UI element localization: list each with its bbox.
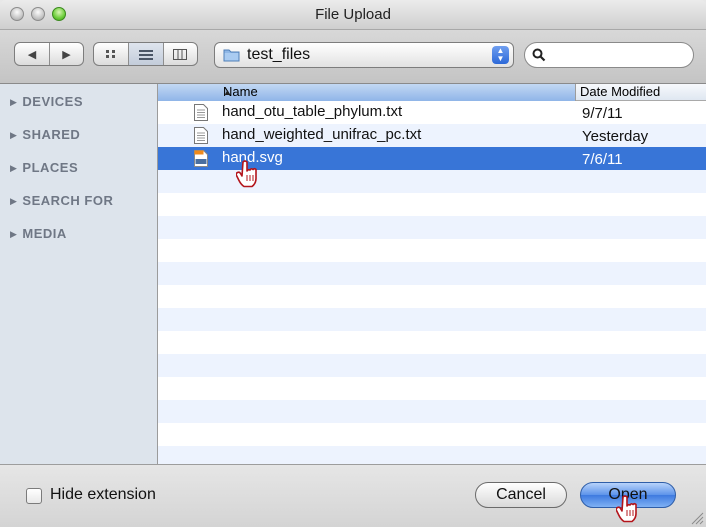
empty-row <box>158 423 706 446</box>
disclosure-triangle-icon: ▶ <box>10 229 18 239</box>
empty-row <box>158 446 706 464</box>
empty-row <box>158 193 706 216</box>
forward-button[interactable]: ▶ <box>50 43 83 65</box>
disclosure-triangle-icon: ▶ <box>10 97 18 107</box>
sidebar-section-search-for[interactable]: ▶ SEARCH FOR <box>10 193 113 208</box>
svg-file-icon <box>194 150 208 167</box>
empty-row <box>158 331 706 354</box>
forward-arrow-icon: ▶ <box>62 48 71 61</box>
empty-row <box>158 354 706 377</box>
location-label: test_files <box>247 46 311 63</box>
empty-row <box>158 377 706 400</box>
sidebar-section-places[interactable]: ▶ PLACES <box>10 160 78 175</box>
view-mode-control <box>93 42 198 66</box>
icon-view-icon <box>105 50 115 58</box>
hand-pointer-cursor-icon <box>616 495 637 523</box>
disclosure-triangle-icon: ▶ <box>10 130 18 140</box>
back-button[interactable]: ◀ <box>15 43 50 65</box>
search-field[interactable] <box>524 42 694 68</box>
sort-ascending-icon: ▲ <box>223 87 232 97</box>
hand-pointer-cursor-icon <box>236 160 257 188</box>
cancel-button[interactable]: Cancel <box>475 482 567 508</box>
date-modified-column-header[interactable]: Date Modified <box>580 84 660 99</box>
location-popup[interactable]: test_files ▲ ▼ <box>214 42 514 68</box>
dialog-footer: Hide extension Cancel Open <box>0 464 706 527</box>
file-upload-dialog: File Upload ◀ ▶ test_files ▲ ▼ ▶ DEVICES… <box>0 0 706 527</box>
sidebar: ▶ DEVICES ▶ SHARED ▶ PLACES ▶ SEARCH FOR ▶ ME… <box>0 84 158 464</box>
folder-icon <box>223 49 240 62</box>
list-view-button[interactable] <box>128 43 164 65</box>
search-input[interactable] <box>551 46 690 63</box>
list-view-icon <box>138 49 153 60</box>
file-date: Yesterday <box>582 128 649 145</box>
text-file-icon <box>194 104 208 121</box>
file-row[interactable]: hand_otu_table_phylum.txt 9/7/11 <box>158 101 706 124</box>
window-title: File Upload <box>315 6 391 23</box>
column-view-button[interactable] <box>164 43 197 65</box>
disclosure-triangle-icon: ▶ <box>10 163 18 173</box>
text-file-icon <box>194 127 208 144</box>
magnifier-icon <box>532 48 546 62</box>
toolbar: ◀ ▶ test_files ▲ ▼ <box>0 30 706 84</box>
empty-row <box>158 308 706 331</box>
file-row[interactable]: hand_weighted_unifrac_pc.txt Yesterday <box>158 124 706 147</box>
back-forward-control: ◀ ▶ <box>14 42 84 66</box>
disclosure-triangle-icon: ▶ <box>10 196 18 206</box>
empty-row <box>158 262 706 285</box>
empty-row <box>158 400 706 423</box>
icon-view-button[interactable] <box>94 43 129 65</box>
file-rows: hand_otu_table_phylum.txt 9/7/11 hand_we… <box>158 101 706 464</box>
hide-extension-label: Hide extension <box>50 486 156 503</box>
popup-arrows-icon: ▲ ▼ <box>492 46 509 64</box>
file-date: 9/7/11 <box>582 105 623 122</box>
back-arrow-icon: ◀ <box>27 48 37 61</box>
empty-row <box>158 216 706 239</box>
sidebar-section-shared[interactable]: ▶ SHARED <box>10 127 80 142</box>
file-name: hand_weighted_unifrac_pc.txt <box>222 126 422 143</box>
list-header: Name ▲ Date Modified <box>158 84 706 101</box>
file-list: Name ▲ Date Modified hand_otu_table_phyl… <box>158 84 706 464</box>
empty-row <box>158 239 706 262</box>
title-bar: File Upload <box>0 0 706 30</box>
sidebar-section-media[interactable]: ▶ MEDIA <box>10 226 67 241</box>
file-name: hand_otu_table_phylum.txt <box>222 103 403 120</box>
file-date: 7/6/11 <box>582 151 623 168</box>
column-view-icon <box>173 48 188 60</box>
name-column-header[interactable]: Name ▲ <box>158 84 576 101</box>
hide-extension-checkbox[interactable] <box>26 488 42 504</box>
resize-grip-icon[interactable] <box>690 511 704 525</box>
empty-row <box>158 285 706 308</box>
sidebar-section-devices[interactable]: ▶ DEVICES <box>10 94 83 109</box>
